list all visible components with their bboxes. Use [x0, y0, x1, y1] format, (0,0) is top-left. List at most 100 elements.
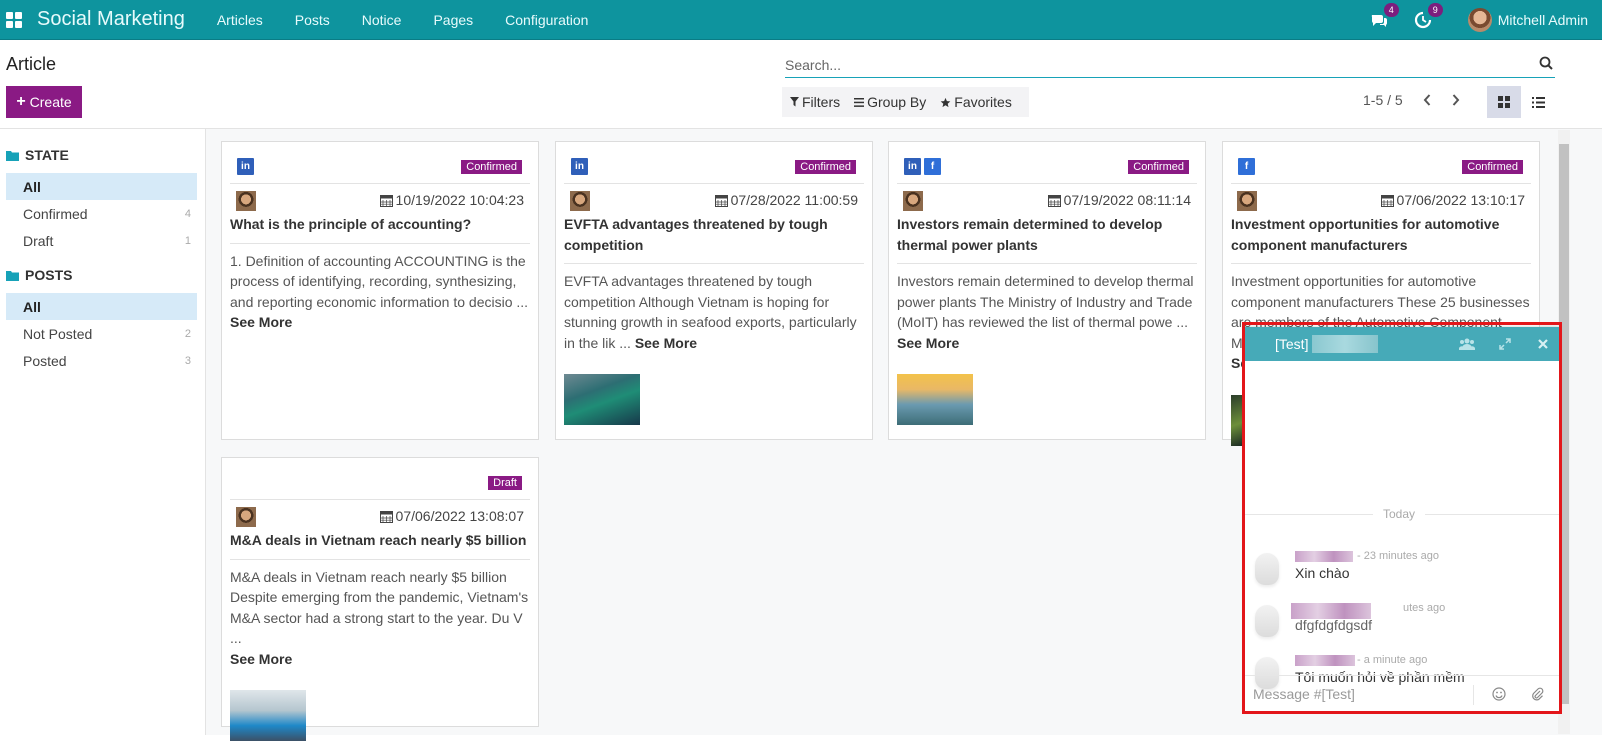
excerpt-text: M&A deals in Vietnam reach nearly $5 bil… — [230, 568, 529, 647]
activities-count-badge: 9 — [1427, 2, 1443, 17]
card-header: in Confirmed — [230, 142, 530, 184]
menu-notice[interactable]: Notice — [346, 12, 418, 28]
publish-date: 07/06/2022 13:08:07 — [379, 508, 524, 524]
see-more-link[interactable]: See More — [230, 651, 292, 667]
messages-button[interactable]: 4 — [1370, 2, 1399, 29]
state-filter-all[interactable]: All — [6, 173, 197, 200]
chevron-right-icon — [1452, 94, 1460, 106]
see-more-link[interactable]: See More — [897, 335, 959, 351]
facebook-icon: f — [1238, 158, 1255, 175]
facebook-icon: f — [924, 158, 941, 175]
excerpt-text: Investors remain determined to develop t… — [897, 273, 1194, 330]
group-by-button[interactable]: Group By — [846, 94, 932, 110]
filter-count: 3 — [184, 354, 191, 367]
menu-posts[interactable]: Posts — [279, 12, 346, 28]
social-accounts: in — [237, 158, 254, 175]
card-meta: 10/19/2022 10:04:23 — [230, 184, 530, 214]
filter-label: All — [23, 178, 41, 195]
article-image[interactable] — [564, 374, 640, 425]
author-avatar — [1237, 191, 1257, 211]
article-excerpt: Investors remain determined to develop t… — [897, 271, 1197, 353]
create-label: Create — [29, 94, 72, 110]
filter-count: 4 — [184, 207, 191, 220]
state-section-header: STATE — [6, 142, 205, 168]
linkedin-icon: in — [571, 158, 588, 175]
pager-previous-button[interactable] — [1419, 90, 1435, 110]
filter-count: 2 — [184, 327, 191, 340]
search-input[interactable] — [785, 54, 1525, 76]
list-view-button[interactable] — [1521, 86, 1555, 118]
publish-date: 07/19/2022 08:11:14 — [1047, 192, 1191, 208]
posts-filter-not-posted[interactable]: Not Posted 2 — [6, 320, 197, 347]
card-meta: 07/28/2022 11:00:59 — [564, 184, 864, 214]
user-avatar[interactable] — [1467, 7, 1492, 32]
posts-section-header: POSTS — [6, 262, 205, 288]
apps-menu-icon[interactable] — [6, 11, 22, 28]
article-title[interactable]: Investors remain determined to develop t… — [897, 214, 1197, 264]
menu-configuration[interactable]: Configuration — [489, 12, 604, 28]
filter-count: 1 — [184, 234, 191, 247]
author-avatar — [236, 507, 256, 527]
folder-icon — [6, 270, 19, 281]
state-badge: Confirmed — [1462, 160, 1523, 174]
main-menu: Articles Posts Notice Pages Configuratio… — [201, 12, 605, 28]
pager-value[interactable]: 1-5 / 5 — [1363, 92, 1403, 108]
filter-label: Posted — [23, 352, 67, 369]
filters-label: Filters — [802, 94, 841, 110]
user-menu[interactable]: Mitchell Admin — [1498, 12, 1588, 28]
state-badge: Confirmed — [461, 160, 522, 174]
date-text: 07/28/2022 11:00:59 — [730, 192, 858, 208]
bars-icon — [854, 97, 865, 107]
kanban-view-button[interactable] — [1487, 86, 1521, 118]
linkedin-icon: in — [237, 158, 254, 175]
posts-filter-posted[interactable]: Posted 3 — [6, 347, 197, 374]
excerpt-text: 1. Definition of accounting ACCOUNTING i… — [230, 252, 529, 310]
folder-icon — [6, 150, 19, 161]
publish-date: 07/28/2022 11:00:59 — [714, 192, 858, 208]
article-image[interactable] — [230, 690, 306, 741]
calendar-icon — [379, 194, 393, 207]
calendar-icon — [379, 510, 393, 523]
kanban-grid-icon — [1498, 96, 1510, 108]
state-badge: Confirmed — [1128, 160, 1189, 174]
card-header: in Confirmed — [564, 142, 864, 184]
app-name[interactable]: Social Marketing — [37, 8, 185, 31]
article-card[interactable]: Draft 07/06/2022 13:08:07 M&A deals in V… — [221, 457, 539, 741]
card-header: Draft — [230, 458, 530, 500]
top-navbar: Social Marketing Articles Posts Notice P… — [0, 0, 1602, 40]
filters-button[interactable]: Filters — [782, 94, 846, 110]
article-card[interactable]: in Confirmed 07/28/2022 11:00:59 EVFTA a… — [555, 141, 873, 440]
menu-pages[interactable]: Pages — [417, 12, 489, 28]
filter-label: Not Posted — [23, 325, 93, 342]
card-header: in f Confirmed — [897, 142, 1197, 184]
see-more-link[interactable]: See More — [635, 335, 697, 351]
filter-label: All — [23, 298, 41, 315]
author-avatar — [903, 191, 923, 211]
messages-count-badge: 4 — [1383, 2, 1399, 17]
state-filter-confirmed[interactable]: Confirmed 4 — [6, 200, 197, 227]
article-title[interactable]: Investment opportunities for automotive … — [1231, 214, 1531, 264]
article-title[interactable]: EVFTA advantages threatened by tough com… — [564, 214, 864, 264]
search-options: Filters Group By Favorites — [782, 87, 1029, 117]
activities-button[interactable]: 9 — [1414, 2, 1443, 29]
article-title[interactable]: What is the principle of accounting? — [230, 214, 530, 244]
publish-date: 10/19/2022 10:04:23 — [379, 192, 524, 208]
state-badge: Confirmed — [795, 160, 856, 174]
favorites-button[interactable]: Favorites — [932, 94, 1018, 110]
social-accounts: f — [1238, 158, 1255, 175]
page-title: Article — [6, 54, 57, 74]
create-button[interactable]: + Create — [6, 86, 82, 118]
search-panel: STATE All Confirmed 4 Draft 1 POSTS All No… — [0, 129, 206, 735]
article-title[interactable]: M&A deals in Vietnam reach nearly $5 bil… — [230, 530, 530, 560]
article-card[interactable]: in Confirmed 10/19/2022 10:04:23 What is… — [221, 141, 539, 440]
linkedin-icon: in — [904, 158, 921, 175]
article-card[interactable]: in f Confirmed 07/19/2022 08:11:14 Invest… — [888, 141, 1206, 440]
search-icon[interactable] — [1539, 56, 1553, 70]
state-filter-draft[interactable]: Draft 1 — [6, 227, 197, 254]
menu-articles[interactable]: Articles — [201, 12, 279, 28]
posts-filter-all[interactable]: All — [6, 293, 197, 320]
pager-next-button[interactable] — [1448, 90, 1464, 110]
article-image[interactable] — [897, 374, 973, 425]
social-accounts: in — [571, 158, 588, 175]
see-more-link[interactable]: See More — [230, 314, 292, 330]
